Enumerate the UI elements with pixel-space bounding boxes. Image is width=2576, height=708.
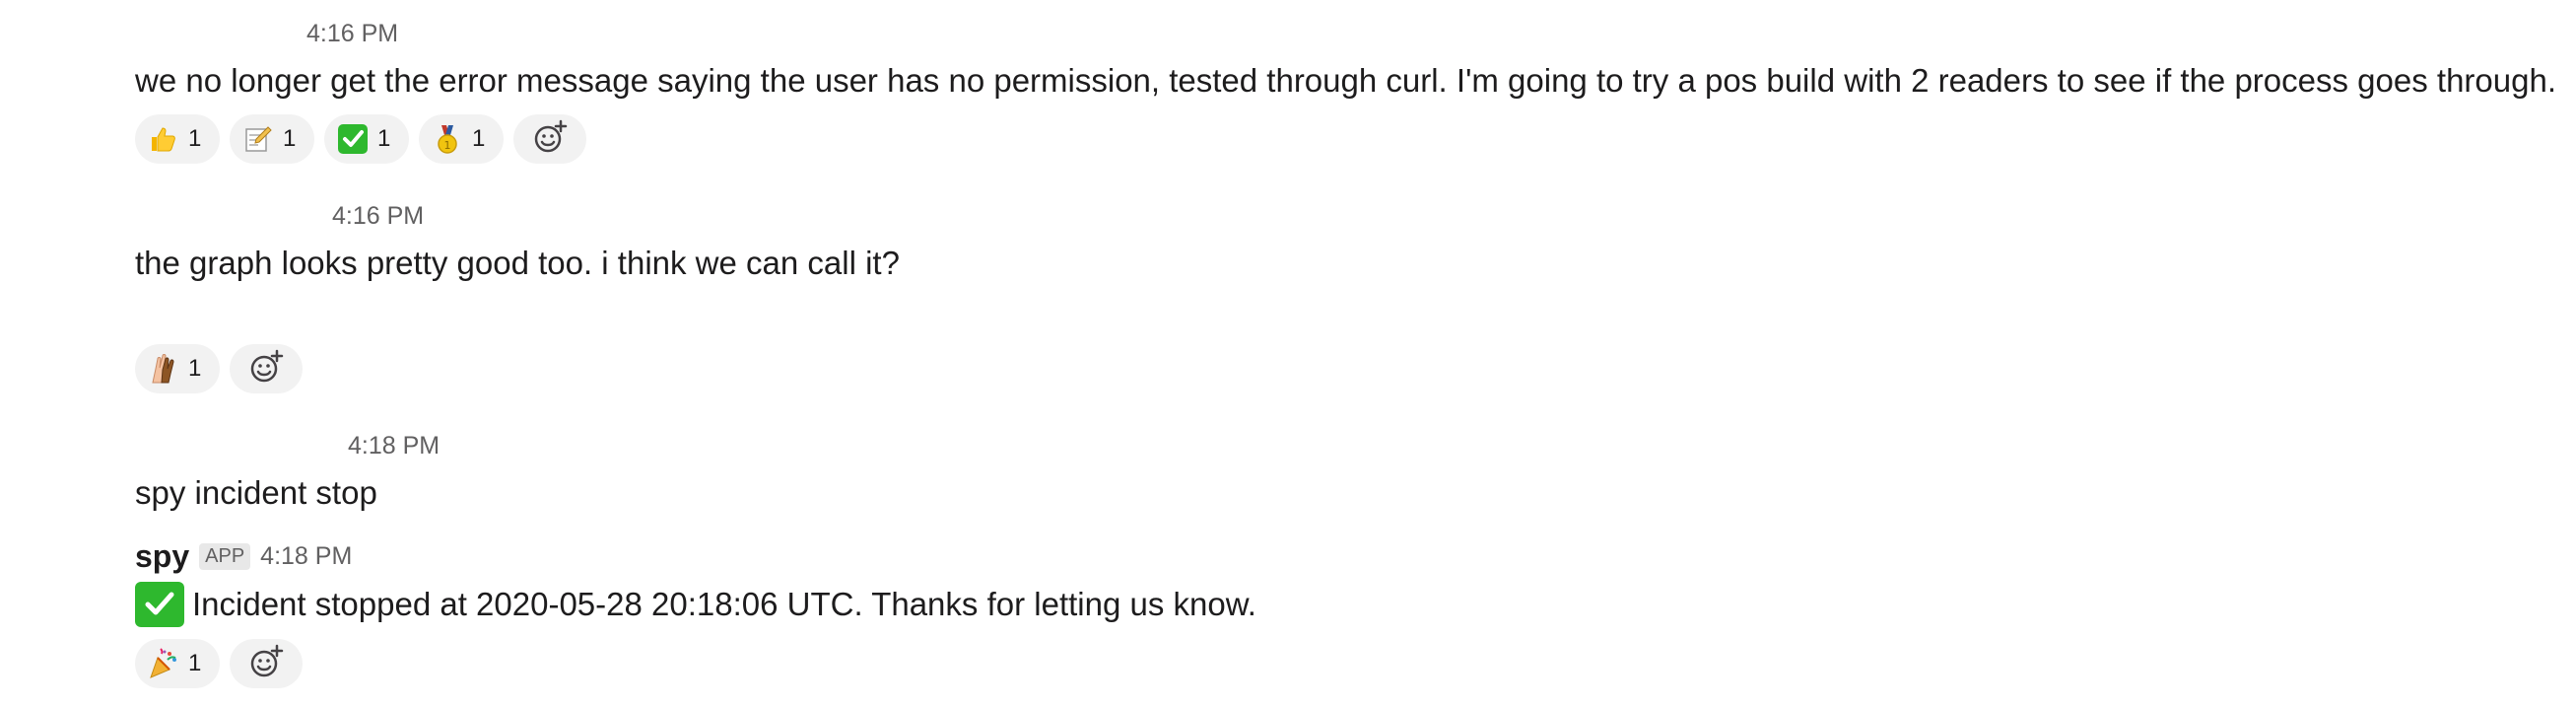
party-popper-icon [147,647,180,680]
reaction-count: 1 [188,650,202,676]
add-reaction-button[interactable] [513,114,586,164]
reaction-party-popper[interactable]: 1 [135,639,220,688]
reaction-count: 1 [283,125,297,152]
add-emoji-icon [248,644,284,684]
add-reaction-button[interactable] [230,639,303,688]
message-timestamp[interactable]: 4:16 PM [332,202,424,231]
thumbs-up-icon [147,122,180,156]
reaction-memo[interactable]: 1 [230,114,314,164]
raised-hands-icon [147,352,180,386]
message-timestamp[interactable]: 4:18 PM [348,432,440,460]
add-emoji-icon [532,119,568,160]
message-timestamp[interactable]: 4:18 PM [260,542,352,571]
memo-icon [241,122,275,156]
add-emoji-icon [248,349,284,389]
sender-name[interactable]: spy [135,538,189,575]
reaction-thumbs-up[interactable]: 1 [135,114,220,164]
medal-icon: 1 [431,122,464,156]
app-badge: APP [199,543,251,570]
reaction-count: 1 [188,355,202,382]
message-body: Incident stopped at 2020-05-28 20:18:06 … [135,582,1256,627]
reaction-bar: 1 1 1 1 1 [135,114,586,164]
reaction-count: 1 [472,125,486,152]
reaction-check-mark[interactable]: 1 [324,114,409,164]
message-text: we no longer get the error message sayin… [135,62,2556,99]
reaction-count: 1 [377,125,391,152]
reaction-bar: 1 [135,639,303,688]
message-text: spy incident stop [135,474,377,511]
message-timestamp[interactable]: 4:16 PM [306,20,398,48]
add-reaction-button[interactable] [230,344,303,393]
message-header: spy APP 4:18 PM [135,538,352,575]
reaction-medal[interactable]: 1 1 [419,114,504,164]
message-text: the graph looks pretty good too. i think… [135,245,900,281]
message-text: Incident stopped at 2020-05-28 20:18:06 … [192,586,1256,622]
check-mark-icon [135,582,184,627]
reaction-raised-hands[interactable]: 1 [135,344,220,393]
check-mark-icon [336,122,370,156]
svg-text:1: 1 [444,139,451,152]
reaction-count: 1 [188,125,202,152]
reaction-bar: 1 [135,344,303,393]
